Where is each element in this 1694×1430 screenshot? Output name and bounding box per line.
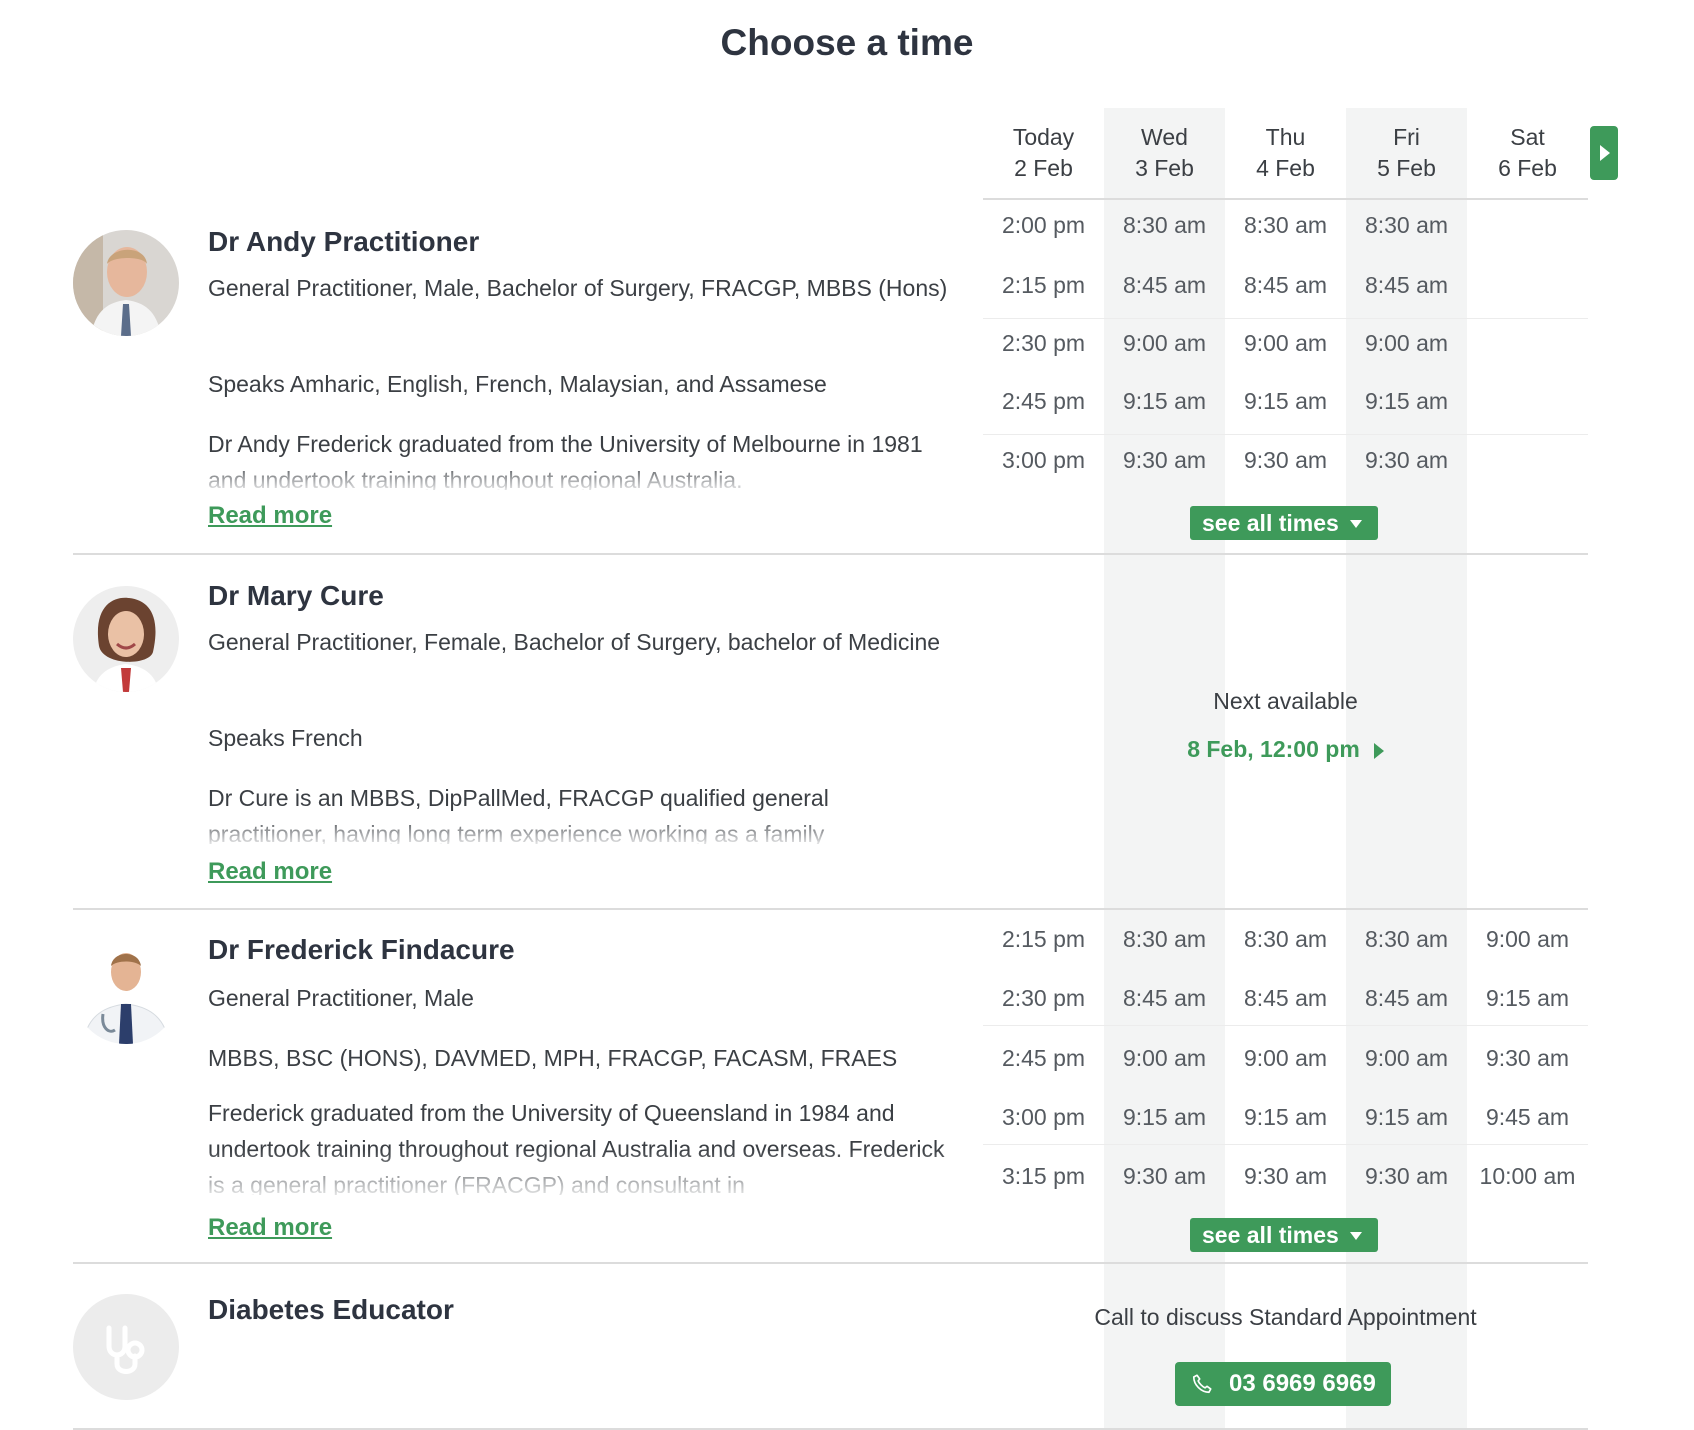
day-header-today: Today 2 Feb (1012, 124, 1075, 181)
time-slot[interactable]: 8:45 am (1346, 985, 1467, 1012)
call-to-discuss-text: Call to discuss Standard Appointment (1094, 1304, 1477, 1330)
time-slot[interactable]: 9:15 am (1104, 1104, 1225, 1131)
time-slot[interactable]: 9:00 am (1225, 330, 1346, 357)
time-slot[interactable]: 9:00 am (1467, 926, 1588, 953)
practitioner-details: General Practitioner, Male (208, 985, 474, 1011)
next-available-value: 8 Feb, 12:00 pm (1187, 736, 1360, 762)
read-more-link[interactable]: Read more (208, 858, 332, 886)
page-title: Choose a time (720, 22, 974, 63)
time-slot[interactable]: 3:15 pm (983, 1163, 1104, 1190)
time-slot[interactable]: 9:30 am (1346, 1163, 1467, 1190)
avatar-mary (73, 586, 179, 692)
time-slot[interactable]: 9:00 am (1346, 330, 1467, 357)
practitioner-details: General Practitioner, Female, Bachelor o… (208, 629, 941, 655)
section-divider (73, 908, 1588, 910)
next-days-button[interactable] (1590, 126, 1618, 180)
caret-down-icon (1350, 520, 1362, 528)
practitioner-details: General Practitioner, Male, Bachelor of … (208, 275, 948, 301)
time-slot[interactable]: 3:00 pm (983, 447, 1104, 474)
day-header-sat: Sat 6 Feb (1498, 124, 1557, 181)
time-slot[interactable]: 8:30 am (1225, 212, 1346, 239)
row-divider (983, 434, 1588, 435)
practitioner-name: Dr Mary Cure (208, 580, 384, 611)
section-divider (73, 553, 1588, 555)
time-slot[interactable]: 8:45 am (1225, 272, 1346, 299)
time-slot[interactable]: 2:00 pm (983, 212, 1104, 239)
practitioner-bio: Frederick graduated from the University … (208, 1100, 945, 1195)
day-header-row: Today 2 Feb Wed 3 Feb Thu 4 Feb Fri 5 Feb Sa… (983, 108, 1588, 200)
time-slot[interactable]: 2:15 pm (983, 926, 1104, 953)
see-all-times-button[interactable]: see all times (1190, 506, 1378, 540)
practitioner-name: Dr Andy Practitioner (208, 226, 480, 257)
practitioner-bio: Dr Cure is an MBBS, DipPallMed, FRACGP q… (208, 785, 829, 844)
avatar-andy (73, 230, 179, 336)
time-slot[interactable]: 9:30 am (1225, 447, 1346, 474)
practitioner-qualifications: MBBS, BSC (HONS), DAVMED, MPH, FRACGP, F… (208, 1045, 898, 1071)
day-header-thu: Thu 4 Feb (1256, 124, 1315, 181)
time-slot[interactable]: 9:15 am (1467, 985, 1588, 1012)
see-all-times-button[interactable]: see all times (1190, 1218, 1378, 1252)
time-slot[interactable]: 9:15 am (1225, 1104, 1346, 1131)
caret-down-icon (1350, 1232, 1362, 1240)
time-slot[interactable]: 9:15 am (1346, 1104, 1467, 1131)
practitioner-name: Dr Frederick Findacure (208, 934, 515, 965)
time-slot[interactable]: 9:30 am (1104, 447, 1225, 474)
time-slot[interactable]: 9:30 am (1225, 1163, 1346, 1190)
time-slot[interactable]: 2:15 pm (983, 272, 1104, 299)
practitioner-languages: Speaks Amharic, English, French, Malaysi… (208, 371, 827, 397)
row-divider (983, 1025, 1588, 1026)
time-slot[interactable]: 9:30 am (1467, 1045, 1588, 1072)
time-slot[interactable]: 2:45 pm (983, 1045, 1104, 1072)
time-slot[interactable]: 3:00 pm (983, 1104, 1104, 1131)
time-slot[interactable]: 8:30 am (1225, 926, 1346, 953)
day-header-fri: Fri 5 Feb (1377, 124, 1436, 181)
next-available-label: Next available (1213, 688, 1358, 714)
time-slot[interactable]: 9:30 am (1104, 1163, 1225, 1190)
time-slot[interactable]: 9:00 am (1104, 1045, 1225, 1072)
time-slot[interactable]: 2:30 pm (983, 985, 1104, 1012)
row-divider (983, 1144, 1588, 1145)
time-slot[interactable]: 9:15 am (1225, 388, 1346, 415)
time-slot[interactable]: 2:45 pm (983, 388, 1104, 415)
time-slot[interactable]: 8:45 am (1104, 272, 1225, 299)
time-slot[interactable]: 9:45 am (1467, 1104, 1588, 1131)
next-available-link[interactable]: 8 Feb, 12:00 pm (983, 736, 1588, 763)
practitioner-bio: Dr Andy Frederick graduated from the Uni… (208, 431, 923, 490)
avatar-placeholder (73, 1294, 179, 1400)
time-slot[interactable]: 8:30 am (1346, 926, 1467, 953)
time-slot[interactable]: 8:30 am (1104, 926, 1225, 953)
time-slot[interactable]: 9:00 am (1225, 1045, 1346, 1072)
time-slot[interactable]: 9:00 am (1104, 330, 1225, 357)
section-divider (73, 1262, 1588, 1264)
time-slot[interactable]: 9:00 am (1346, 1045, 1467, 1072)
read-more-link[interactable]: Read more (208, 1214, 332, 1242)
time-slot[interactable]: 9:15 am (1104, 388, 1225, 415)
read-more-link[interactable]: Read more (208, 502, 332, 530)
time-slot[interactable]: 8:45 am (1225, 985, 1346, 1012)
avatar-frederick (73, 938, 179, 1044)
row-divider (983, 318, 1588, 319)
header-divider (983, 198, 1588, 200)
time-slot[interactable]: 9:15 am (1346, 388, 1467, 415)
phone-number: 03 6969 6969 (1229, 1370, 1376, 1397)
time-slot[interactable]: 10:00 am (1467, 1163, 1588, 1190)
phone-button[interactable]: 03 6969 6969 (1175, 1362, 1391, 1406)
phone-icon (1192, 1374, 1212, 1394)
time-slot[interactable]: 2:30 pm (983, 330, 1104, 357)
time-slot[interactable]: 8:45 am (1346, 272, 1467, 299)
time-slot[interactable]: 8:45 am (1104, 985, 1225, 1012)
time-slot[interactable]: 8:30 am (1104, 212, 1225, 239)
service-name: Diabetes Educator (208, 1294, 454, 1325)
see-all-times-label: see all times (1202, 1222, 1339, 1248)
chevron-right-icon (1373, 742, 1384, 759)
time-slot[interactable]: 9:30 am (1346, 447, 1467, 474)
time-slot[interactable]: 8:30 am (1346, 212, 1467, 239)
practitioner-languages: Speaks French (208, 725, 363, 751)
day-header-wed: Wed 3 Feb (1135, 124, 1194, 181)
stethoscope-icon (106, 1325, 145, 1374)
see-all-times-label: see all times (1202, 510, 1339, 536)
